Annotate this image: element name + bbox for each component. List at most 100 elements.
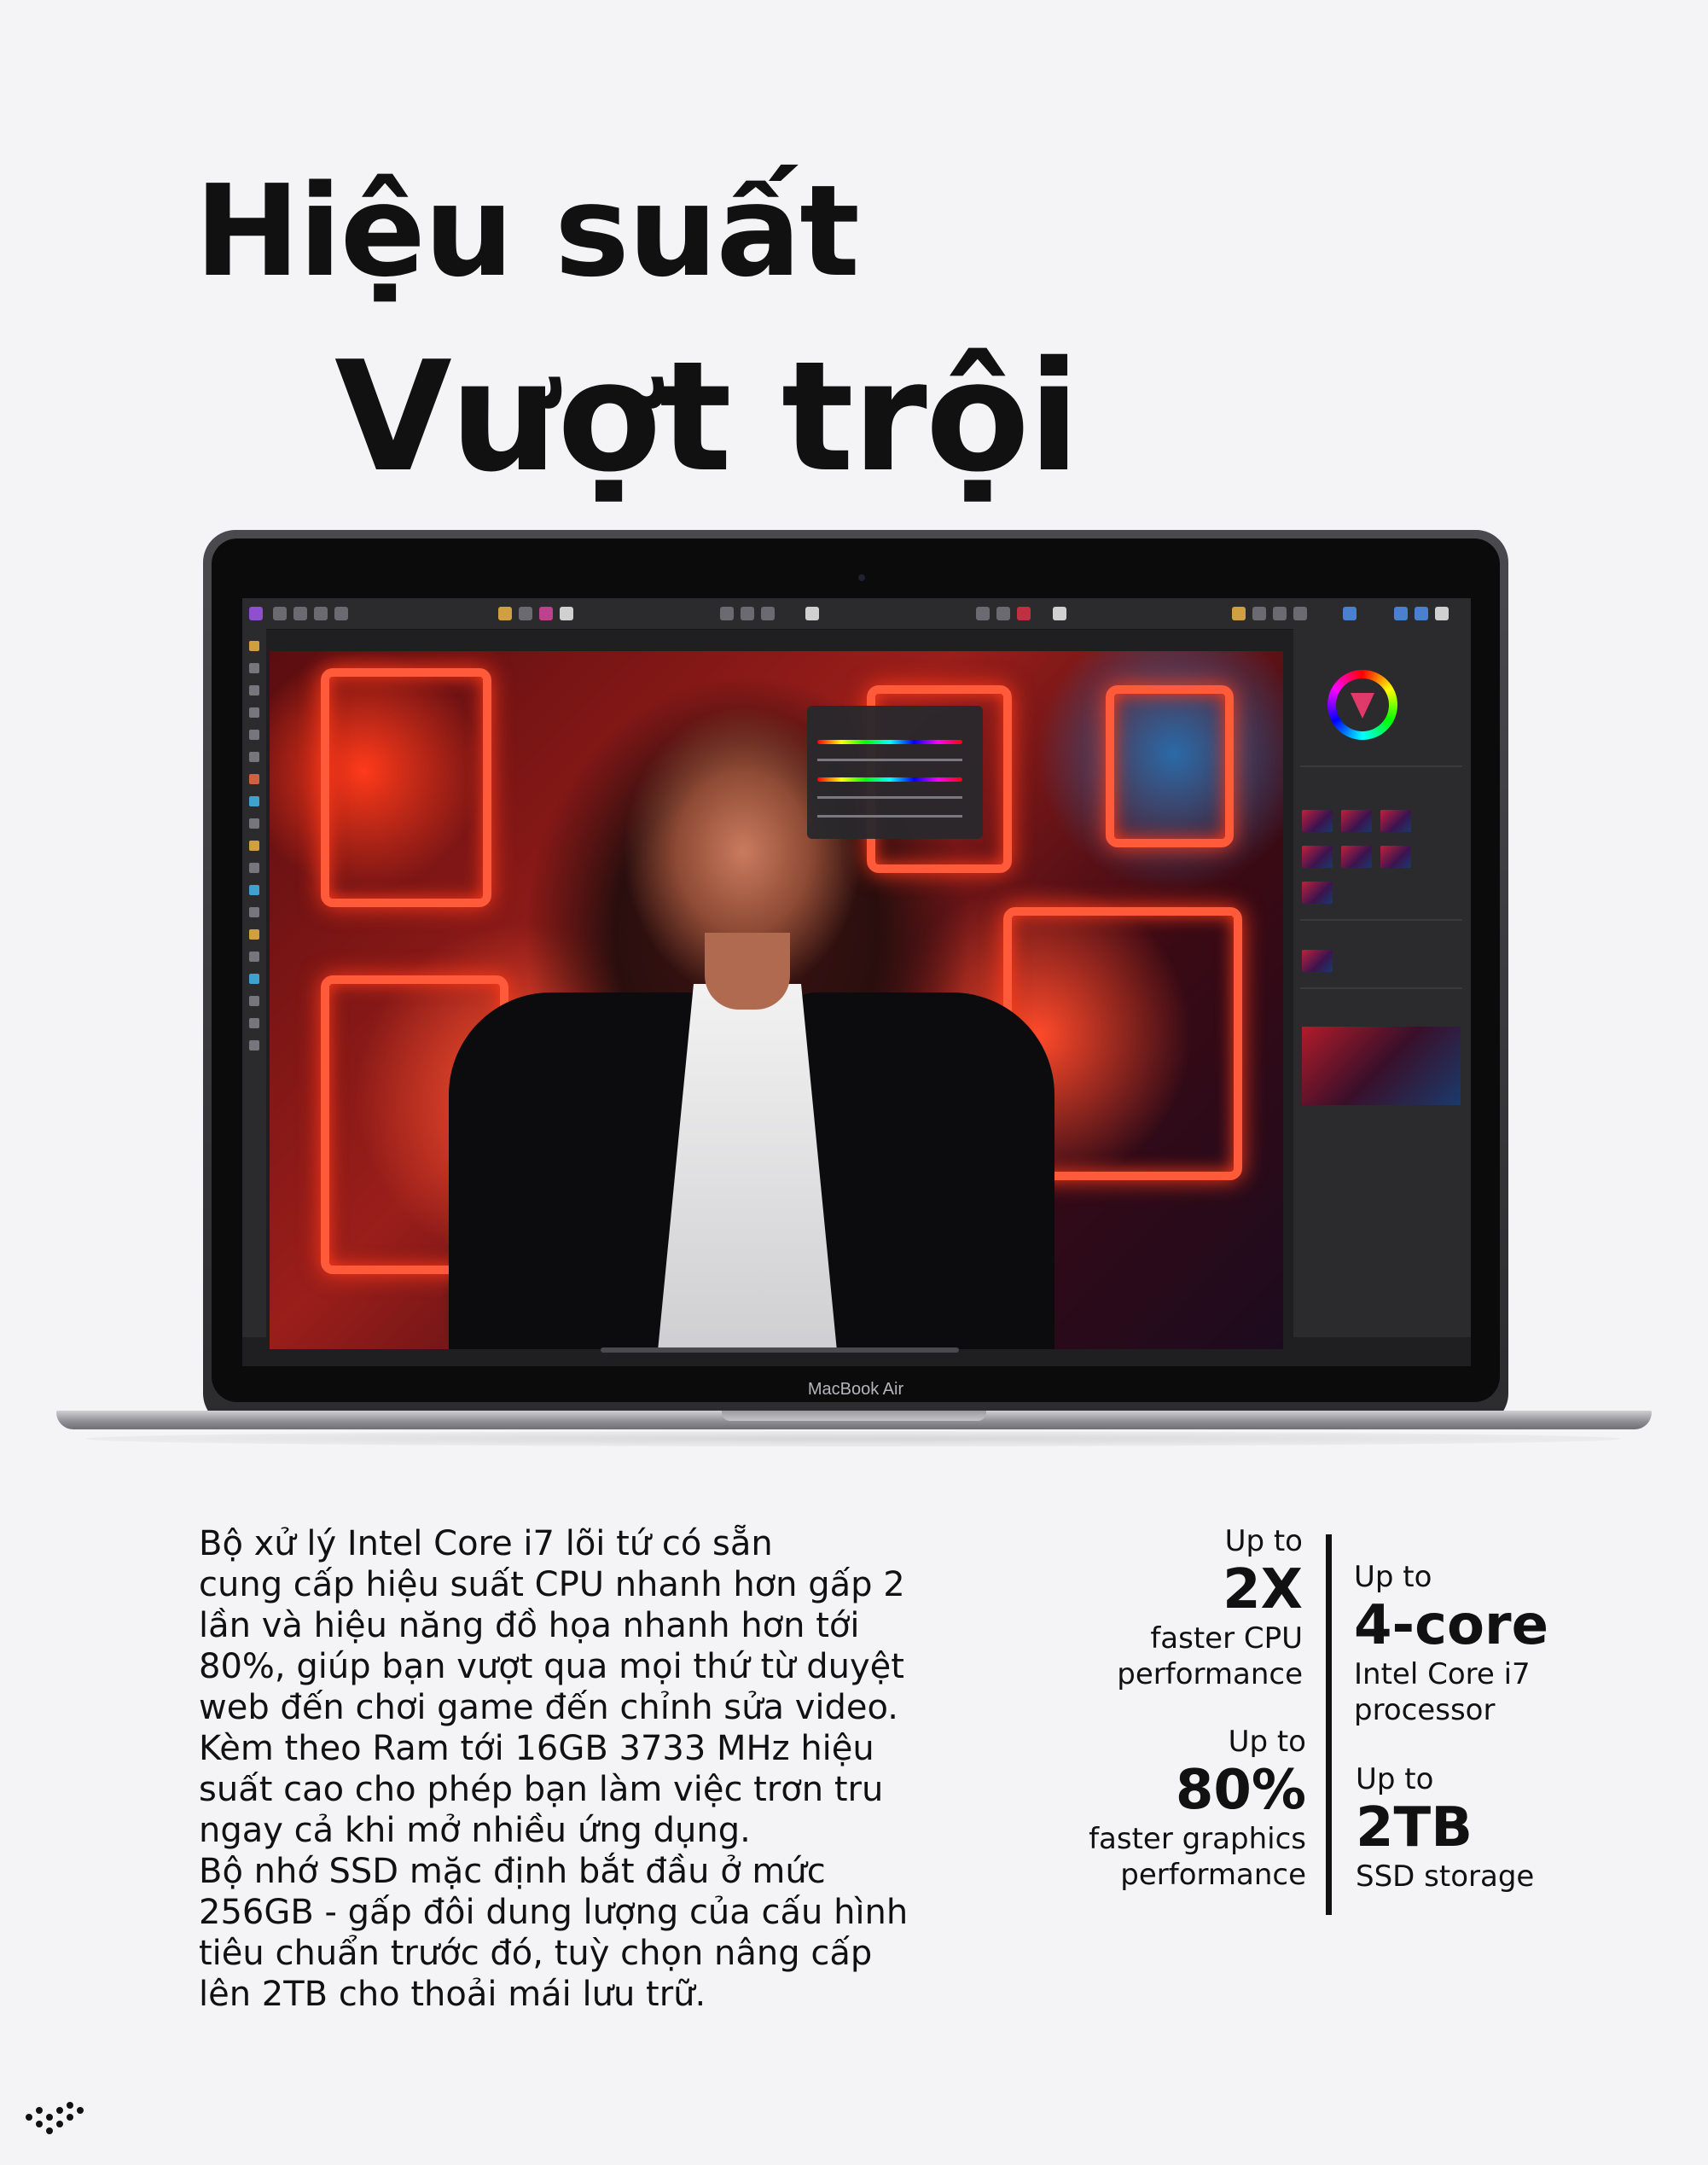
zoom-tool-icon [249, 1040, 259, 1050]
right-studio-panel [1293, 629, 1471, 1337]
color-wheel-center [1336, 678, 1389, 731]
toolbar-tool-icon [1053, 607, 1066, 620]
color-triangle [1351, 693, 1374, 719]
neck [705, 933, 790, 1010]
eyedropper-tool-icon [249, 1018, 259, 1028]
toolbar-tool-icon [720, 607, 734, 620]
laptop-shadow [85, 1431, 1621, 1446]
stat-gpu-line1: faster graphics [1089, 1822, 1306, 1856]
toolbar-tool-icon [741, 607, 754, 620]
marquee-tool-icon [249, 752, 259, 762]
laptop-bezel: MacBook Air [212, 538, 1500, 1402]
neon-sign [1106, 685, 1234, 847]
lut-thumbnail [1380, 810, 1411, 832]
stat-ssd-line1: SSD storage [1356, 1859, 1535, 1894]
toolbar-tool-icon [560, 607, 573, 620]
text-tool-icon [249, 996, 259, 1006]
toolbar-tool-icon [314, 607, 328, 620]
toolbar-tool-icon [761, 607, 775, 620]
brush-tool-icon [249, 685, 259, 695]
pen-tool-icon [249, 818, 259, 829]
lut-thumbnail [1302, 810, 1333, 832]
toolbar-tool-icon [293, 607, 307, 620]
neon-sign [321, 668, 491, 907]
laptop-base [56, 1411, 1652, 1429]
highlights-hue-slider [817, 740, 962, 744]
stat-gpu-prefix: Up to [1228, 1725, 1306, 1759]
stat-gpu-value: 80% [1175, 1759, 1306, 1822]
toolbar-tool-icon [976, 607, 990, 620]
stat-core-line2: processor [1354, 1693, 1496, 1727]
shape-tool-icon [249, 974, 259, 984]
canvas-scrollbar [601, 1347, 959, 1353]
stat-cpu-line2: performance [1117, 1657, 1303, 1691]
move-tool-icon [249, 663, 259, 673]
portrait-photo [270, 651, 1283, 1349]
stat-cpu-prefix: Up to [1224, 1524, 1303, 1558]
stat-ssd-prefix: Up to [1356, 1762, 1434, 1796]
shadows-saturation-slider [817, 796, 962, 799]
toolbar-tool-icon [1273, 607, 1287, 620]
toolbar-tool-icon [1293, 607, 1307, 620]
lut-thumbnail [1302, 846, 1333, 868]
toolbar-tool-icon [996, 607, 1010, 620]
paint-tool-icon [249, 841, 259, 851]
toolbar-tool-icon [1394, 607, 1408, 620]
app-toolbar [242, 598, 1471, 630]
toolbar-tool-icon [334, 607, 348, 620]
split-toning-thumbnail [1302, 950, 1333, 972]
stat-core-prefix: Up to [1354, 1560, 1432, 1594]
stat-ssd: Up to 2TB SSD storage [1356, 1761, 1534, 1894]
product-description: Bộ xử lý Intel Core i7 lõi tứ có sẵn cun… [199, 1524, 909, 2014]
toolbar-tool-icon [805, 607, 819, 620]
lut-thumbnail [1302, 882, 1333, 904]
stat-cpu-line1: faster CPU [1150, 1621, 1303, 1656]
toolbar-tool-icon [498, 607, 512, 620]
stat-gpu-line2: performance [1120, 1858, 1306, 1892]
dodge-tool-icon [249, 885, 259, 895]
stat-core-line1: Intel Core i7 [1354, 1657, 1531, 1691]
panel-divider [1300, 919, 1462, 921]
stat-gpu: Up to 80% faster graphics performance [1089, 1724, 1306, 1893]
gradient-tool-icon [249, 952, 259, 962]
balance-slider [817, 815, 962, 818]
navigator-thumbnail [1302, 1027, 1461, 1105]
panel-divider [1300, 987, 1462, 989]
camera-icon [858, 574, 865, 581]
stat-core-value: 4-core [1354, 1594, 1548, 1657]
laptop-lid: MacBook Air [203, 530, 1508, 1426]
dot-logo-icon [26, 2102, 85, 2139]
shadows-hue-slider [817, 777, 962, 782]
toolbar-tool-icon [1435, 607, 1449, 620]
laptop-brand-label: MacBook Air [807, 1380, 904, 1399]
toolbar-tool-icon [1252, 607, 1266, 620]
split-toning-panel [807, 706, 983, 839]
lut-thumbnail [1341, 810, 1372, 832]
toolbar-tool-icon [1232, 607, 1246, 620]
fill-tool-icon [249, 774, 259, 784]
retouch-tool-icon [249, 929, 259, 940]
app-logo-icon [249, 607, 263, 620]
stats-divider [1326, 1534, 1332, 1915]
toolbar-tool-icon [1017, 607, 1031, 620]
hero-title-line2: Vượt trội [334, 329, 1080, 505]
clone-tool-icon [249, 907, 259, 917]
tools-sidebar [242, 629, 266, 1337]
stat-core: Up to 4-core Intel Core i7 processor [1354, 1559, 1548, 1728]
panel-divider [1300, 765, 1462, 767]
stat-cpu: Up to 2X faster CPU performance [1117, 1523, 1303, 1692]
crop-tool-icon [249, 707, 259, 718]
toolbar-tool-icon [273, 607, 287, 620]
smudge-tool-icon [249, 863, 259, 873]
laptop-screen [242, 598, 1471, 1366]
select-tool-icon [249, 730, 259, 740]
toolbar-tool-icon [539, 607, 553, 620]
laptop-notch [722, 1411, 986, 1421]
lut-thumbnail [1341, 846, 1372, 868]
highlights-saturation-slider [817, 759, 962, 761]
hand-tool-icon [249, 641, 259, 651]
hero-title-line1: Hiệu suất [195, 158, 860, 305]
toolbar-tool-icon [1343, 607, 1357, 620]
color-wheel [1327, 670, 1397, 740]
stat-cpu-value: 2X [1223, 1558, 1303, 1621]
